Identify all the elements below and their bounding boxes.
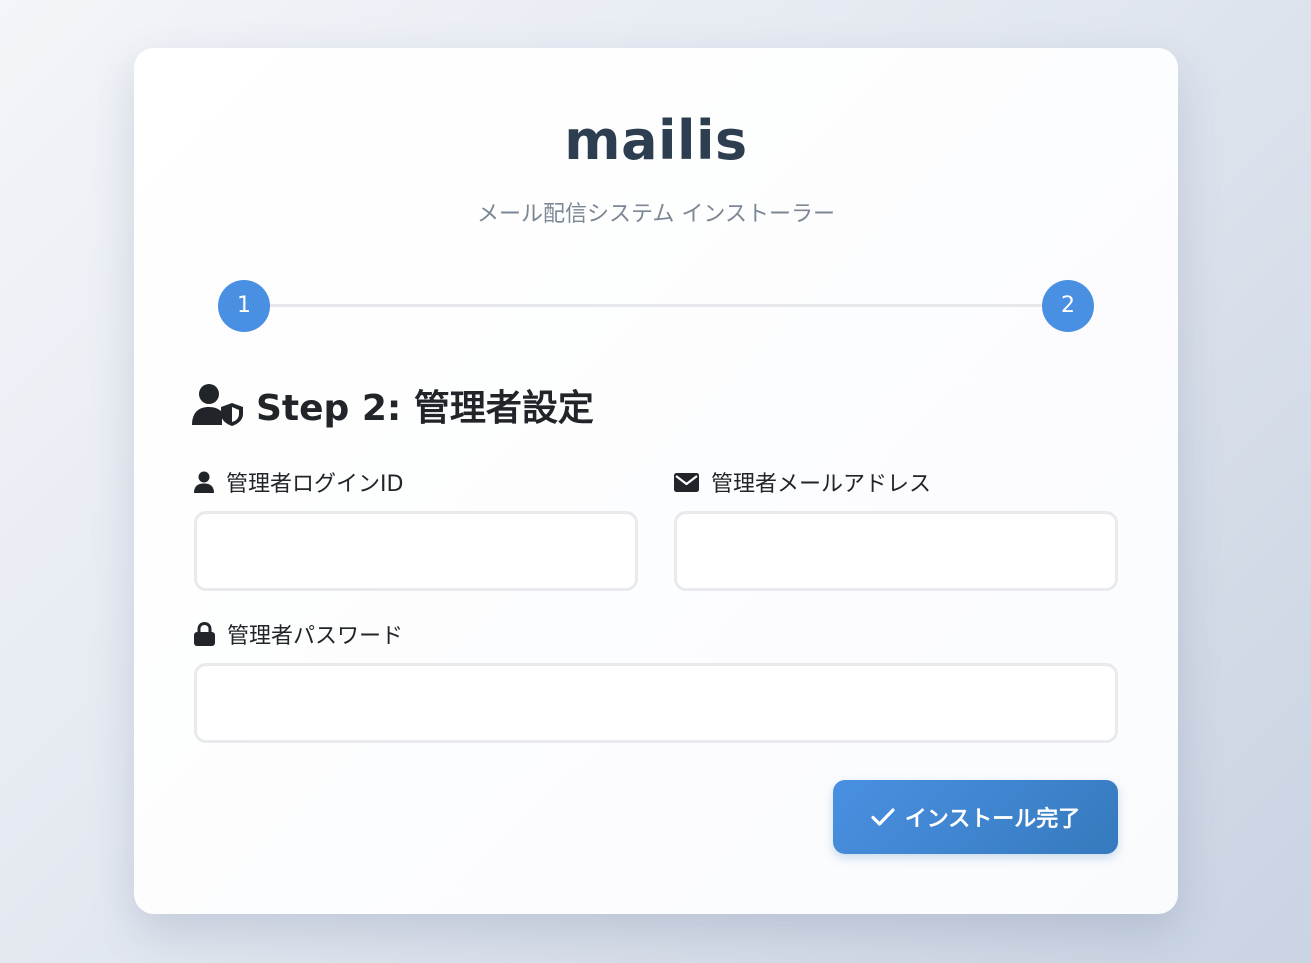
login-id-label: 管理者ログインID [194,467,403,497]
step-indicator-1: 1 [218,280,270,332]
email-label-text: 管理者メールアドレス [711,472,932,497]
email-input[interactable] [674,511,1118,591]
user-icon [194,471,214,493]
brand-title: mailis [564,109,748,172]
login-id-label-text: 管理者ログインID [226,472,404,497]
step-indicator-2: 2 [1042,280,1094,332]
section-title: Step 2: 管理者設定 [256,388,594,429]
brand-subtitle: メール配信システム インストーラー [477,202,835,227]
email-label: 管理者メールアドレス [674,467,931,497]
login-id-input[interactable] [194,511,638,591]
lock-icon [194,622,215,646]
password-label-text: 管理者パスワード [227,624,404,649]
install-complete-button[interactable]: インストール完了 [833,780,1118,854]
check-icon [871,808,895,826]
stepper-line [244,304,1068,307]
password-input[interactable] [194,663,1118,743]
section-heading: Step 2: 管理者設定 [192,380,594,430]
user-shield-icon [192,384,243,426]
password-label: 管理者パスワード [194,619,403,649]
install-complete-label: インストール完了 [904,807,1081,832]
envelope-icon [674,472,699,492]
installer-card: mailis メール配信システム インストーラー 1 2 Step 2: 管理者… [134,48,1178,914]
progress-stepper: 1 2 [218,280,1094,332]
